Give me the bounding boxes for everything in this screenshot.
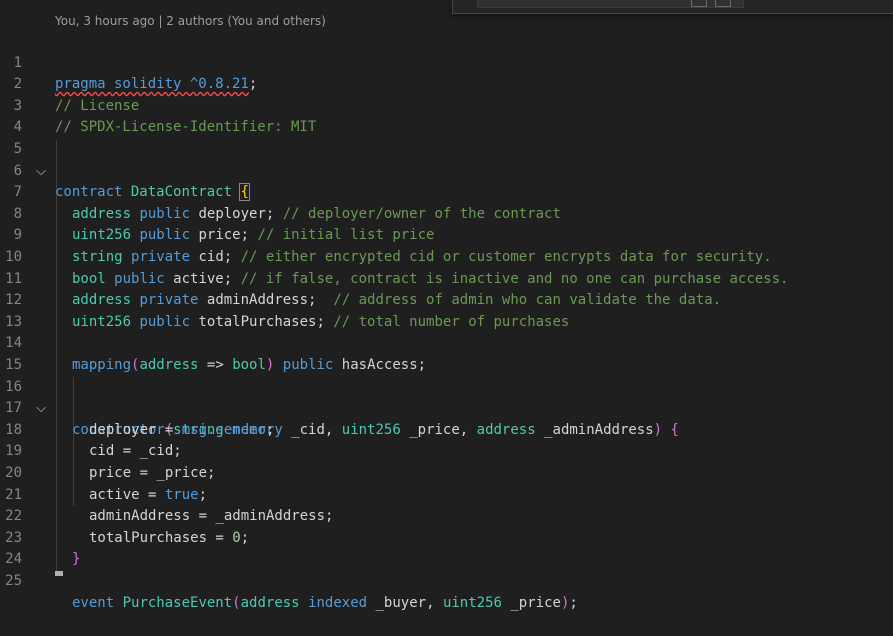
code-line[interactable]: 7 address public deployer; // deployer/o…: [0, 161, 893, 222]
code-line[interactable]: 2 // License: [0, 53, 893, 114]
line-number: 25: [5, 572, 22, 589]
code-token: PurchaseEvent: [122, 594, 233, 611]
code-line[interactable]: 18 cid = _cid;: [0, 398, 893, 460]
code-line[interactable]: 3 // SPDX-License-Identifier: MIT: [0, 74, 893, 136]
code-line[interactable]: 11 address private adminAddress; // addr…: [0, 247, 893, 309]
code-line[interactable]: 22 totalPurchases = 0;: [0, 485, 893, 546]
regex-toggle[interactable]: [715, 0, 731, 7]
code-line[interactable]: 19 price = _price;: [0, 420, 893, 481]
code-line[interactable]: 6: [0, 139, 893, 179]
code-token: (: [232, 594, 241, 611]
code-token: uint256: [442, 594, 502, 611]
text-cursor: [55, 571, 63, 576]
code-line[interactable]: 13: [0, 290, 893, 330]
code-line[interactable]: 12 uint256 public totalPurchases; // tot…: [0, 269, 893, 330]
code-line[interactable]: 16 ⌵ constructor(string memory _cid, uin…: [0, 355, 893, 438]
match-case-toggle[interactable]: [691, 0, 707, 7]
code-token: event: [72, 594, 115, 611]
code-line[interactable]: 14 mapping(address => bool) public hasAc…: [0, 312, 893, 373]
code-token: _buyer,: [367, 594, 443, 611]
line-content[interactable]: event PurchaseEvent(address indexed _buy…: [72, 593, 578, 615]
code-line[interactable]: 25 event PurchaseEvent(address indexed _…: [0, 549, 893, 611]
code-line[interactable]: 20 active = true;: [0, 441, 893, 503]
code-line[interactable]: 10 bool public active; // if false, cont…: [0, 225, 893, 287]
code-token: ;: [569, 594, 578, 611]
code-token: indexed: [308, 594, 368, 611]
code-line[interactable]: 4: [0, 96, 893, 135]
git-blame-annotation[interactable]: You, 3 hours ago | 2 authors (You and ot…: [55, 12, 326, 30]
code-token: _price: [501, 594, 561, 611]
code-line[interactable]: 23 }: [0, 506, 893, 568]
code-token: ): [560, 594, 570, 611]
code-line[interactable]: 9 string private cid; // either encrypte…: [0, 204, 893, 265]
code-line[interactable]: 5 ⌵ contract DataContract {: [0, 117, 893, 202]
code-token: address: [240, 594, 300, 611]
code-line[interactable]: 24: [0, 528, 893, 567]
code-line[interactable]: 17 deployer = msg.sender;: [0, 377, 893, 438]
code-line[interactable]: 8 uint256 public price; // initial list …: [0, 182, 893, 244]
code-line[interactable]: 1 pragma solidity ^0.8.21;: [0, 31, 893, 93]
code-line[interactable]: 21 adminAddress = _adminAddress;: [0, 463, 893, 525]
code-line[interactable]: 15: [0, 333, 893, 373]
find-widget: [452, 0, 893, 14]
code-editor[interactable]: You, 3 hours ago | 2 authors (You and ot…: [0, 0, 893, 611]
